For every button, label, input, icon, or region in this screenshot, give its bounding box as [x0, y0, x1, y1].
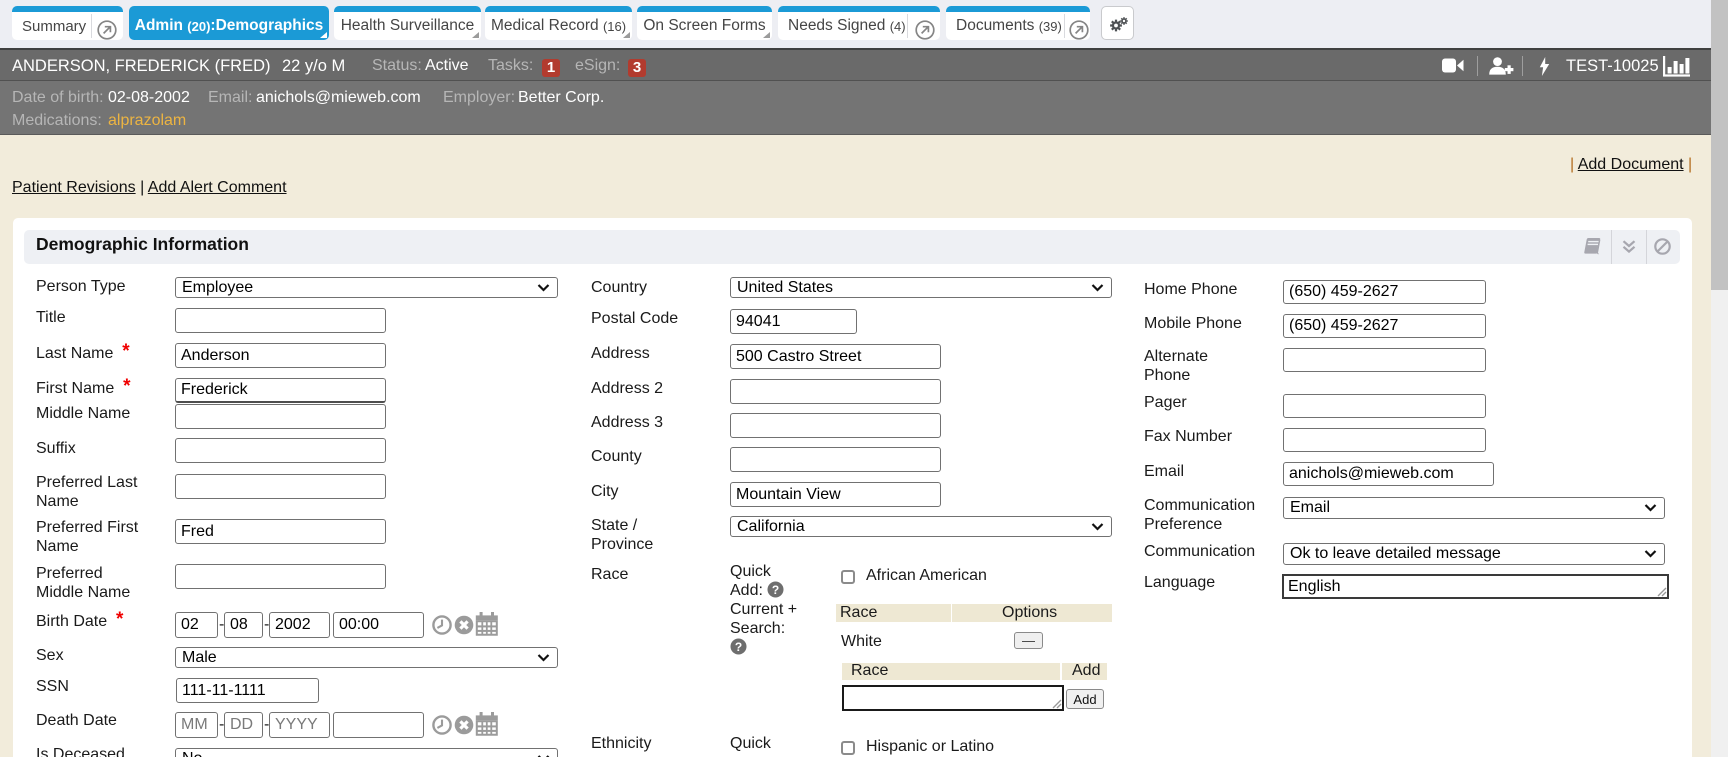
svg-text:?: ? — [735, 640, 742, 654]
svg-text:?: ? — [772, 583, 779, 597]
